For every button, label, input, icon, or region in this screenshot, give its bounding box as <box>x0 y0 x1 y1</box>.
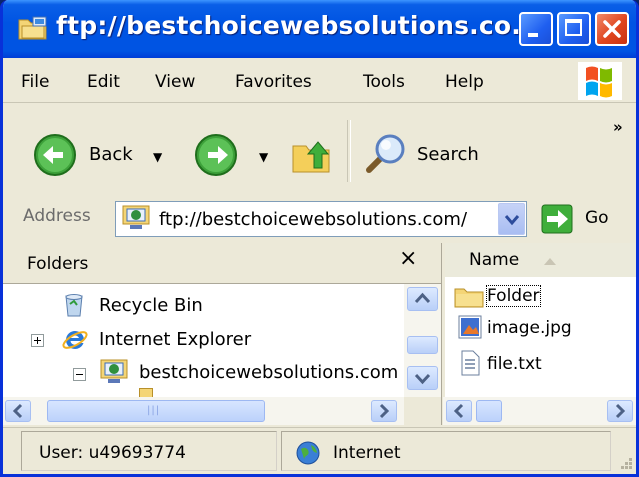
back-button-label[interactable]: Back <box>89 144 133 165</box>
chevron-right-icon <box>615 403 626 419</box>
go-arrow-icon[interactable] <box>541 204 573 234</box>
status-zone: Internet <box>333 443 401 463</box>
scroll-up-button[interactable] <box>407 287 438 311</box>
menu-tools[interactable]: Tools <box>363 72 405 92</box>
image-file-icon <box>458 315 482 339</box>
close-icon <box>603 20 621 38</box>
status-user: User: u49693774 <box>39 443 186 463</box>
window-title: ftp://bestchoicewebsolutions.co... <box>56 11 541 40</box>
internet-explorer-icon <box>62 330 88 349</box>
back-dropdown-icon[interactable]: ▼ <box>153 150 162 164</box>
tree-item-recycle-bin[interactable]: Recycle Bin <box>99 295 203 316</box>
minimize-button[interactable] <box>519 12 553 46</box>
ftp-folder-icon <box>18 16 47 40</box>
sort-ascending-icon <box>544 258 556 265</box>
ftp-site-icon <box>100 359 128 383</box>
ftp-site-icon <box>122 205 150 229</box>
forward-dropdown-icon[interactable]: ▼ <box>259 150 268 164</box>
go-button-label[interactable]: Go <box>585 208 609 228</box>
chevron-left-icon <box>12 403 23 419</box>
back-arrow-icon[interactable] <box>33 133 77 177</box>
scroll-right-button[interactable] <box>371 400 397 422</box>
toolbar-separator <box>347 120 351 182</box>
chevron-down-icon <box>414 373 431 385</box>
address-input[interactable]: ftp://bestchoicewebsolutions.com/ <box>159 209 499 230</box>
forward-arrow-icon[interactable] <box>194 133 238 177</box>
scroll-grip: ||| <box>147 405 161 416</box>
scroll-left-button[interactable] <box>5 400 31 422</box>
file-item-image[interactable]: image.jpg <box>487 318 572 338</box>
chevron-left-icon <box>453 403 464 419</box>
menu-file[interactable]: File <box>21 72 49 92</box>
menu-view[interactable]: View <box>155 72 195 92</box>
chevron-right-icon <box>379 403 390 419</box>
search-icon[interactable] <box>361 130 409 178</box>
chevron-up-icon <box>414 292 431 304</box>
tree-item-ftp-site[interactable]: bestchoicewebsolutions.com <box>139 362 401 383</box>
tree-expand-toggle[interactable] <box>31 334 44 347</box>
internet-zone-globe-icon <box>296 441 320 465</box>
menu-help[interactable]: Help <box>445 72 484 92</box>
status-cell-zone <box>281 431 611 471</box>
folders-pane-close-icon[interactable]: × <box>399 246 417 271</box>
text-file-icon <box>461 350 480 376</box>
tree-collapse-toggle[interactable] <box>73 368 86 381</box>
windows-logo-icon <box>578 62 622 100</box>
search-button-label[interactable]: Search <box>417 144 479 165</box>
tree-item-internet-explorer[interactable]: Internet Explorer <box>99 329 251 350</box>
recycle-bin-icon <box>65 294 83 317</box>
chevron-down-icon <box>504 215 520 226</box>
list-horizontal-scroll-thumb[interactable] <box>476 400 502 422</box>
menu-favorites[interactable]: Favorites <box>235 72 312 92</box>
scroll-thumb[interactable] <box>407 336 438 354</box>
folder-icon <box>454 288 484 308</box>
minimize-icon <box>528 33 538 37</box>
maximize-icon <box>565 19 582 36</box>
folders-pane-title: Folders <box>27 254 89 274</box>
resize-grip-icon[interactable] <box>615 452 633 470</box>
title-bar[interactable]: ftp://bestchoicewebsolutions.co... <box>3 0 636 58</box>
close-button[interactable] <box>595 12 629 46</box>
up-folder-icon[interactable] <box>290 132 334 176</box>
address-dropdown-button[interactable] <box>498 203 525 235</box>
menu-edit[interactable]: Edit <box>87 72 120 92</box>
file-item-folder[interactable]: Folder <box>486 285 541 307</box>
list-scroll-right-button[interactable] <box>607 400 633 422</box>
address-label: Address <box>23 206 91 226</box>
toolbar-overflow-chevron[interactable]: » <box>613 118 623 136</box>
column-header-name[interactable]: Name <box>469 250 519 270</box>
maximize-button[interactable] <box>557 12 591 46</box>
file-item-text[interactable]: file.txt <box>487 354 542 374</box>
scroll-down-button[interactable] <box>407 366 438 390</box>
list-scroll-left-button[interactable] <box>446 400 472 422</box>
explorer-window: ftp://bestchoicewebsolutions.co... File … <box>0 0 639 477</box>
